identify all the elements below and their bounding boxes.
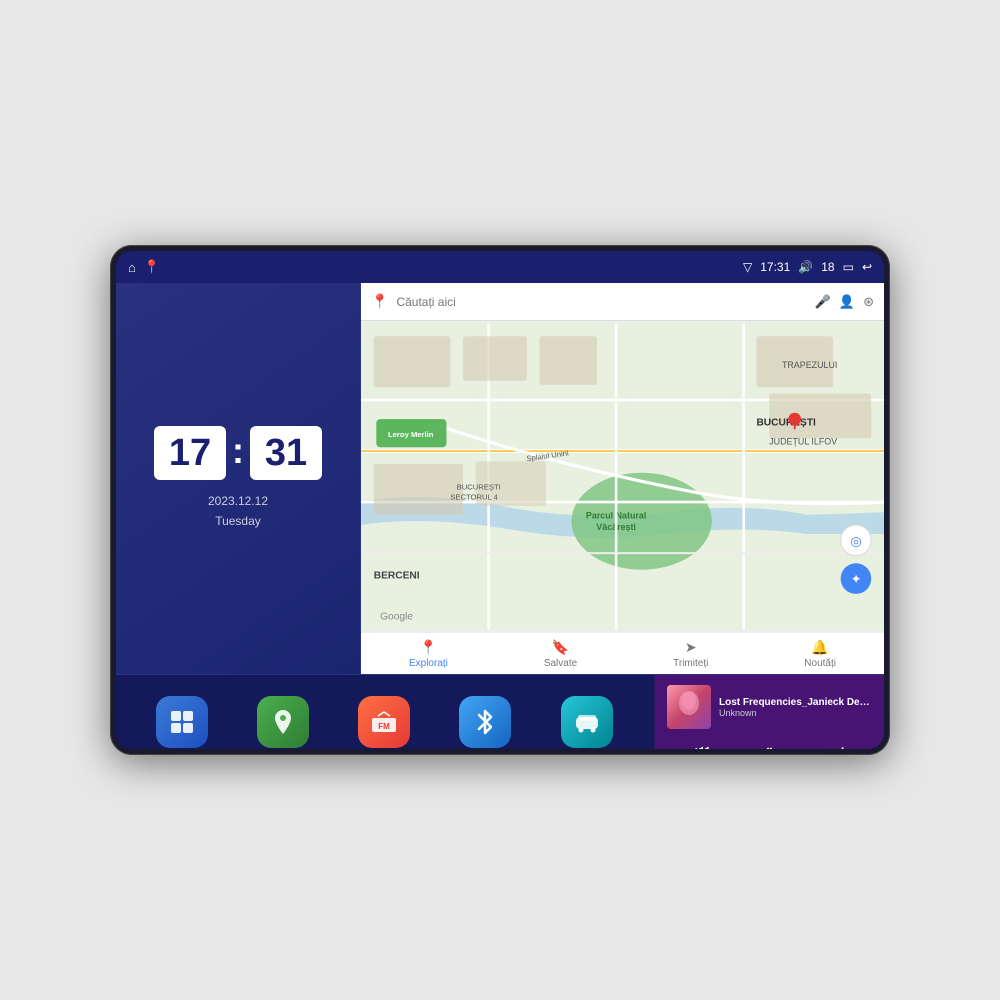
music-artist: Unknown bbox=[719, 708, 872, 718]
saved-icon: 🔖 bbox=[552, 639, 569, 656]
apps-icon bbox=[156, 696, 208, 748]
app-item-carlink[interactable]: Car Link 2.0 bbox=[560, 696, 614, 749]
map-nav-saved[interactable]: 🔖 Salvate bbox=[544, 639, 577, 669]
prev-button[interactable]: ⏮ bbox=[687, 739, 717, 749]
layers-icon[interactable]: ⊛ bbox=[863, 294, 874, 310]
svg-text:Google: Google bbox=[380, 611, 413, 622]
explore-label: Explorați bbox=[409, 658, 448, 669]
clock-date-info: 2023.12.12 Tuesday bbox=[208, 492, 268, 530]
map-area[interactable]: Parcul Natural Văcărești bbox=[361, 321, 884, 632]
status-right: ▽ 17:31 🔊 18 ▭ ↩ bbox=[743, 260, 872, 274]
map-nav-news[interactable]: 🔔 Noutăți bbox=[804, 639, 836, 669]
map-search-bar[interactable]: 📍 🎤 👤 ⊛ bbox=[361, 283, 884, 321]
app-item-maps[interactable]: Maps bbox=[257, 696, 309, 749]
music-text: Lost Frequencies_Janieck Devy-... Unknow… bbox=[719, 697, 872, 718]
svg-text:JUDEȚUL ILFOV: JUDEȚUL ILFOV bbox=[769, 437, 837, 447]
music-controls: ⏮ ⏸ ⏭ bbox=[667, 739, 872, 749]
clock-hour: 17 bbox=[168, 434, 212, 472]
send-icon: ➤ bbox=[685, 639, 697, 656]
mic-icon[interactable]: 🎤 bbox=[815, 294, 831, 310]
svg-text:SECTORUL 4: SECTORUL 4 bbox=[450, 493, 498, 502]
clock-colon: : bbox=[232, 433, 244, 469]
clock-day: Tuesday bbox=[208, 512, 268, 531]
app-item-radio[interactable]: FM radio bbox=[358, 696, 410, 749]
map-svg: Parcul Natural Văcărești bbox=[361, 321, 884, 632]
svg-text:BUCUREȘTI: BUCUREȘTI bbox=[756, 418, 816, 429]
svg-text:◎: ◎ bbox=[850, 533, 861, 548]
status-bar: ⌂ 📍 ▽ 17:31 🔊 18 ▭ ↩ bbox=[116, 251, 884, 283]
clock-hour-block: 17 bbox=[154, 426, 226, 480]
battery-level: 18 bbox=[821, 260, 834, 274]
volume-icon: 🔊 bbox=[798, 260, 813, 274]
svg-text:BERCENI: BERCENI bbox=[374, 571, 420, 582]
app-item-apps[interactable]: Apps bbox=[156, 696, 208, 749]
clock-display: 17 : 31 bbox=[154, 426, 322, 480]
clock-date: 2023.12.12 bbox=[208, 492, 268, 511]
svg-text:TRAPEZULUI: TRAPEZULUI bbox=[782, 360, 837, 370]
bottom-row: Apps Maps bbox=[116, 674, 884, 749]
music-player: Lost Frequencies_Janieck Devy-... Unknow… bbox=[654, 675, 884, 749]
map-pin-icon: 📍 bbox=[371, 293, 388, 310]
radio-icon: FM bbox=[358, 696, 410, 748]
map-search-input[interactable] bbox=[396, 295, 806, 309]
music-info-row: Lost Frequencies_Janieck Devy-... Unknow… bbox=[667, 685, 872, 729]
play-pause-button[interactable]: ⏸ bbox=[757, 739, 781, 749]
location-icon: ▽ bbox=[743, 260, 752, 274]
status-time: 17:31 bbox=[760, 260, 790, 274]
main-content: 17 : 31 2023.12.12 Tuesday bbox=[116, 283, 884, 749]
account-icon[interactable]: 👤 bbox=[839, 294, 855, 310]
app-item-bluetooth[interactable]: Bluetooth bbox=[459, 696, 511, 749]
next-button[interactable]: ⏭ bbox=[822, 739, 852, 749]
apps-section: Apps Maps bbox=[116, 675, 654, 749]
music-title: Lost Frequencies_Janieck Devy-... bbox=[719, 697, 872, 708]
svg-text:Leroy Merlin: Leroy Merlin bbox=[388, 430, 434, 439]
news-label: Noutăți bbox=[804, 658, 836, 669]
music-album-art bbox=[667, 685, 711, 729]
battery-icon: ▭ bbox=[843, 260, 854, 274]
map-nav-explore[interactable]: 📍 Explorați bbox=[409, 639, 448, 669]
clock-widget: 17 : 31 2023.12.12 Tuesday bbox=[116, 283, 361, 674]
carlink-icon bbox=[561, 696, 613, 748]
map-widget: 📍 🎤 👤 ⊛ bbox=[361, 283, 884, 674]
map-nav-send[interactable]: ➤ Trimiteți bbox=[673, 639, 708, 669]
clock-minute: 31 bbox=[264, 434, 308, 472]
svg-text:FM: FM bbox=[378, 722, 390, 731]
clock-minute-block: 31 bbox=[250, 426, 322, 480]
car-head-unit: ⌂ 📍 ▽ 17:31 🔊 18 ▭ ↩ 17 bbox=[110, 245, 890, 755]
back-icon[interactable]: ↩ bbox=[862, 260, 872, 274]
maps-status-icon[interactable]: 📍 bbox=[144, 259, 160, 275]
svg-text:✦: ✦ bbox=[851, 572, 862, 587]
screen: ⌂ 📍 ▽ 17:31 🔊 18 ▭ ↩ 17 bbox=[116, 251, 884, 749]
maps-icon bbox=[257, 696, 309, 748]
bluetooth-icon bbox=[459, 696, 511, 748]
svg-text:BUCUREȘTI: BUCUREȘTI bbox=[457, 482, 501, 491]
home-icon[interactable]: ⌂ bbox=[128, 260, 136, 275]
map-bottom-nav: 📍 Explorați 🔖 Salvate ➤ Trimiteți 🔔 bbox=[361, 632, 884, 674]
explore-icon: 📍 bbox=[420, 639, 437, 656]
status-left: ⌂ 📍 bbox=[128, 259, 160, 275]
news-icon: 🔔 bbox=[811, 639, 828, 656]
saved-label: Salvate bbox=[544, 658, 577, 669]
top-row: 17 : 31 2023.12.12 Tuesday bbox=[116, 283, 884, 674]
send-label: Trimiteți bbox=[673, 658, 708, 669]
